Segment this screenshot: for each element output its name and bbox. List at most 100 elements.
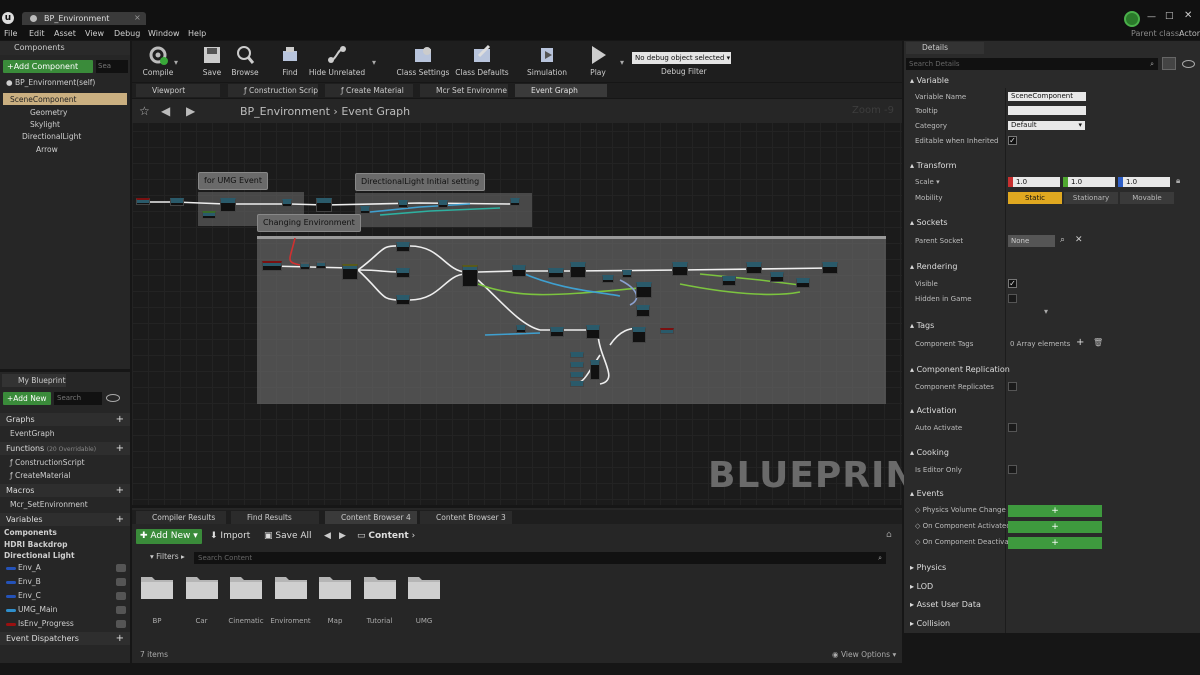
graph-node[interactable] <box>396 295 410 305</box>
scale-y-field[interactable]: 1.0 <box>1063 177 1115 187</box>
graph-node[interactable] <box>632 327 646 343</box>
socket-clear-icon[interactable]: ✕ <box>1075 235 1083 245</box>
details-eye-icon[interactable] <box>1182 60 1195 68</box>
graph-node[interactable] <box>438 200 448 208</box>
tab-content-browser-3[interactable]: Content Browser 3 <box>420 511 512 524</box>
graph-node[interactable] <box>282 199 292 207</box>
tooltip-field[interactable] <box>1008 106 1086 115</box>
variable-section[interactable]: ▴ Variable <box>904 73 1200 89</box>
graph-node[interactable] <box>548 268 564 278</box>
graph-node[interactable] <box>202 211 216 219</box>
scale-z-field[interactable]: 1.0 <box>1118 177 1170 187</box>
folder-icon[interactable] <box>274 574 308 600</box>
graph-node[interactable] <box>300 262 310 270</box>
add-event-button[interactable]: + <box>1008 505 1102 517</box>
editable-inherited-checkbox[interactable]: ✓ <box>1008 136 1017 145</box>
category-select[interactable]: Default ▾ <box>1008 121 1085 130</box>
graph-node[interactable] <box>516 325 526 333</box>
lock-icon[interactable]: ⌂ <box>886 530 892 540</box>
graph-node[interactable] <box>586 325 600 339</box>
replication-section[interactable]: ▴ Component Replication <box>904 362 1200 378</box>
tab-compiler-results[interactable]: Compiler Results <box>136 511 226 524</box>
folder-icon[interactable] <box>185 574 219 600</box>
graph-node[interactable] <box>510 198 520 206</box>
graph-node[interactable] <box>590 360 600 380</box>
content-path[interactable]: ▭ Content › <box>357 531 415 541</box>
tags-section[interactable]: ▴ Tags <box>904 318 1200 334</box>
parent-socket-field[interactable]: None <box>1008 235 1055 247</box>
graph-node[interactable] <box>396 242 410 252</box>
graph-node[interactable] <box>360 206 370 214</box>
auto-activate-checkbox[interactable] <box>1008 423 1017 432</box>
graph-node[interactable] <box>396 268 410 278</box>
property-matrix-icon[interactable] <box>1162 57 1176 70</box>
mobility-stationary-button[interactable]: Stationary <box>1064 192 1118 204</box>
expand-advanced-icon[interactable]: ▾ <box>1044 307 1048 316</box>
graph-node[interactable] <box>316 198 332 212</box>
graph-node[interactable] <box>136 198 150 205</box>
visible-checkbox[interactable]: ✓ <box>1008 279 1017 288</box>
graph-node[interactable] <box>660 328 674 334</box>
graph-node[interactable] <box>570 362 584 368</box>
scale-lock-icon[interactable]: 🔒︎ <box>1176 176 1180 186</box>
collapsed-section[interactable]: ▸ Asset User Data <box>904 597 1200 613</box>
events-section[interactable]: ▴ Events <box>904 486 1200 502</box>
collapsed-section[interactable]: ▸ LOD <box>904 579 1200 595</box>
mobility-static-button[interactable]: Static <box>1008 192 1062 204</box>
graph-node[interactable] <box>398 200 408 208</box>
folder-icon[interactable] <box>318 574 352 600</box>
transform-section[interactable]: ▴ Transform <box>904 158 1200 174</box>
tab-content-browser-4[interactable]: Content Browser 4 <box>325 511 417 524</box>
scale-x-field[interactable]: 1.0 <box>1008 177 1060 187</box>
add-event-button[interactable]: + <box>1008 537 1102 549</box>
graph-node[interactable] <box>602 275 614 283</box>
graph-node[interactable] <box>342 264 358 280</box>
graph-node[interactable] <box>570 352 584 358</box>
history-back-icon[interactable]: ◀ <box>324 531 331 541</box>
graph-node[interactable] <box>672 262 688 276</box>
sockets-section[interactable]: ▴ Sockets <box>904 215 1200 231</box>
graph-node[interactable] <box>722 276 736 286</box>
graph-node[interactable] <box>636 282 652 298</box>
graph-node[interactable] <box>550 327 564 337</box>
collapsed-section[interactable]: ▸ Physics <box>904 560 1200 576</box>
history-forward-icon[interactable]: ▶ <box>339 531 346 541</box>
graph-node[interactable] <box>746 262 762 274</box>
graph-node[interactable] <box>512 265 526 277</box>
graph-node[interactable] <box>316 261 326 269</box>
folder-icon[interactable] <box>229 574 263 600</box>
details-search-input[interactable]: Search Details ⌕ <box>906 58 1158 70</box>
socket-search-icon[interactable]: ⌕ <box>1060 235 1065 245</box>
delete-tags-icon[interactable]: 🗑︎ <box>1093 338 1103 347</box>
content-add-new-button[interactable]: ✚ Add New ▾ <box>136 529 202 544</box>
folder-icon[interactable] <box>140 574 174 600</box>
graph-node[interactable] <box>462 265 478 287</box>
graph-node[interactable] <box>570 372 584 378</box>
rendering-section[interactable]: ▴ Rendering <box>904 259 1200 275</box>
editor-only-checkbox[interactable] <box>1008 465 1017 474</box>
graph-node[interactable] <box>220 198 236 212</box>
graph-node[interactable] <box>570 381 584 387</box>
folder-icon[interactable] <box>407 574 441 600</box>
tab-find-results[interactable]: Find Results <box>231 511 319 524</box>
filters-button[interactable]: ▾ Filters ▸ <box>150 552 185 561</box>
save-all-button[interactable]: ▣ Save All <box>264 531 312 541</box>
graph-node[interactable] <box>570 262 586 278</box>
import-button[interactable]: ⬇ Import <box>210 531 250 541</box>
graph-node[interactable] <box>622 270 632 278</box>
details-tab[interactable]: Details <box>906 42 984 54</box>
graph-node[interactable] <box>770 272 784 282</box>
variable-name-field[interactable]: SceneComponent <box>1008 92 1086 101</box>
graph-node[interactable] <box>822 262 838 274</box>
graph-node[interactable] <box>170 198 184 206</box>
content-search-input[interactable]: Search Content ⌕ <box>194 552 886 564</box>
folder-icon[interactable] <box>363 574 397 600</box>
graph-node[interactable] <box>636 305 650 317</box>
collapsed-section[interactable]: ▸ Collision <box>904 616 1200 632</box>
add-tag-icon[interactable]: + <box>1076 337 1084 348</box>
component-replicates-checkbox[interactable] <box>1008 382 1017 391</box>
graph-node[interactable] <box>796 278 810 288</box>
add-event-button[interactable]: + <box>1008 521 1102 533</box>
view-options-button[interactable]: ◉ View Options ▾ <box>832 650 896 659</box>
cooking-section[interactable]: ▴ Cooking <box>904 445 1200 461</box>
